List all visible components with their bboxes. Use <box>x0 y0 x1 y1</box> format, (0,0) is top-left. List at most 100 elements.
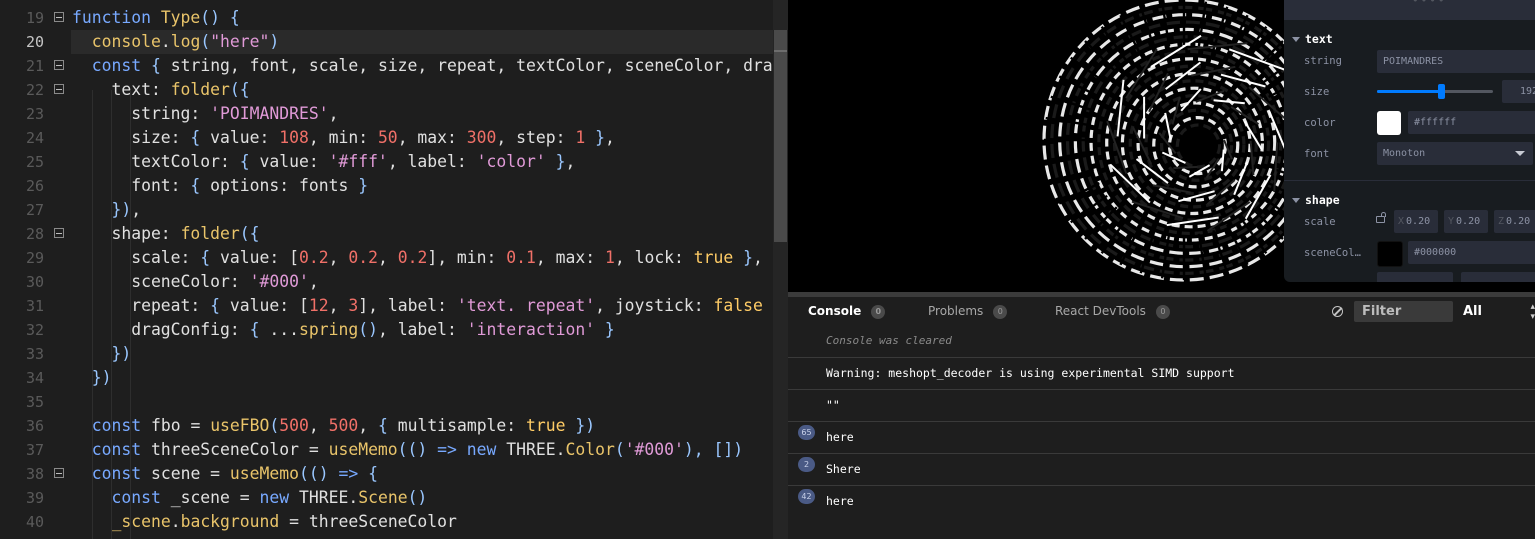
code-token: value: [ <box>220 248 299 267</box>
code-token: useFBO <box>210 416 270 435</box>
render-stroke <box>1220 149 1225 172</box>
fold-toggle-icon[interactable] <box>54 228 64 238</box>
scenecolor-hex-input[interactable]: #000000 <box>1408 241 1535 264</box>
code-editor[interactable]: 1819function Type() {20 console.log("her… <box>0 0 788 539</box>
scenecolor-label: sceneCol… <box>1304 247 1361 259</box>
render-stroke <box>1152 184 1191 194</box>
code-token: _scene <box>111 512 171 531</box>
tab-console[interactable]: Console 0 <box>808 297 886 325</box>
size-slider-knob[interactable] <box>1438 84 1446 99</box>
code-text: const threeSceneColor = useMemo(() => ne… <box>72 438 743 462</box>
size-slider[interactable] <box>1377 84 1493 99</box>
folder-shape-title[interactable]: shape <box>1292 193 1340 209</box>
folder-text-title[interactable]: text <box>1292 32 1333 48</box>
repeat-x-input[interactable] <box>1377 272 1453 282</box>
line-number: 32 <box>25 321 44 339</box>
lock-icon[interactable] <box>1376 212 1386 223</box>
code-line[interactable]: 25 textColor: { value: '#fff', label: 'c… <box>0 150 773 174</box>
code-token: const <box>91 464 151 483</box>
code-token: { <box>150 56 171 75</box>
code-token: { <box>190 176 211 195</box>
code-text: shape: folder({ <box>72 222 259 246</box>
code-token: THREE. <box>299 488 359 507</box>
repeat-y-input[interactable] <box>1461 272 1535 282</box>
color-hex-input[interactable]: #ffffff <box>1408 111 1535 134</box>
code-line[interactable]: 38 const scene = useMemo(() => { <box>0 462 773 486</box>
code-token: , max: <box>397 128 467 147</box>
string-input[interactable]: POIMANDRES <box>1377 50 1535 73</box>
code-line[interactable]: 39 const _scene = new THREE.Scene() <box>0 486 773 510</box>
scale-z-input[interactable]: Z 0.20 <box>1494 210 1535 233</box>
code-line[interactable]: 28 shape: folder({ <box>0 222 773 246</box>
code-text: repeat: { value: [12, 3], label: 'text. … <box>72 294 788 318</box>
console-panel[interactable]: Console 0 Problems 0 React DevTools 0 Filte… <box>788 297 1535 539</box>
editor-scrollbar-thumb[interactable] <box>774 30 787 242</box>
code-line[interactable]: 30 sceneColor: '#000', <box>0 270 773 294</box>
code-text: function Type() { <box>72 6 240 30</box>
tab-problems[interactable]: Problems 0 <box>928 297 1008 325</box>
code-token: const <box>91 440 151 459</box>
code-token: , step: <box>496 128 576 147</box>
log-level-select[interactable]: All ▴ ▾ <box>1463 302 1535 322</box>
code-text: const fbo = useFBO(500, 500, { multisamp… <box>72 414 595 438</box>
code-token: , <box>308 272 319 291</box>
color-swatch[interactable] <box>1377 111 1401 135</box>
code-line[interactable]: 27 }), <box>0 198 773 222</box>
code-text: size: { value: 108, min: 50, max: 300, s… <box>72 126 615 150</box>
scenecolor-swatch[interactable] <box>1377 241 1403 267</box>
code-line[interactable]: 29 scale: { value: [0.2, 0.2, 0.2], min:… <box>0 246 773 270</box>
code-line[interactable]: 31 repeat: { value: [12, 3], label: 'tex… <box>0 294 788 318</box>
fold-toggle-icon[interactable] <box>54 60 64 70</box>
tab-react-devtools[interactable]: React DevTools 0 <box>1055 297 1170 325</box>
render-stroke <box>1058 75 1100 98</box>
line-number: 29 <box>25 249 44 267</box>
editor-scrollbar[interactable] <box>773 0 788 539</box>
scale-x-input[interactable]: X 0.20 <box>1394 210 1438 233</box>
render-stroke <box>1125 48 1158 99</box>
code-token: '#fff' <box>328 152 388 171</box>
code-line[interactable]: 22 text: folder({ <box>0 78 773 102</box>
leva-controls-panel[interactable]: •••• text string POIMANDRES size 192 col… <box>1284 0 1535 282</box>
code-line[interactable]: 24 size: { value: 108, min: 50, max: 300… <box>0 126 773 150</box>
code-token: 'color' <box>476 152 546 171</box>
fold-toggle-icon[interactable] <box>54 12 64 22</box>
code-text: text: folder({ <box>72 78 249 102</box>
code-line[interactable]: 21 const { string, font, scale, size, re… <box>0 54 788 78</box>
drag-handle-icon[interactable]: •••• <box>1412 0 1447 7</box>
code-line[interactable]: 32 dragConfig: { ...spring(), label: 'in… <box>0 318 773 342</box>
indent-guide <box>92 90 93 539</box>
scale-y-input[interactable]: Y 0.20 <box>1444 210 1488 233</box>
code-line[interactable]: 37 const threeSceneColor = useMemo(() =>… <box>0 438 773 462</box>
fold-toggle-icon[interactable] <box>54 468 64 478</box>
font-select[interactable]: Monoton <box>1377 142 1533 165</box>
code-token: Type <box>160 8 201 27</box>
console-log-entry: 2 Shere <box>788 453 1535 485</box>
code-line[interactable]: 33 }) <box>0 342 773 366</box>
code-token: background <box>180 512 280 531</box>
size-number-input[interactable]: 192 <box>1502 80 1535 103</box>
code-token: , <box>753 248 763 267</box>
code-line[interactable]: 35 <box>0 390 773 414</box>
code-line[interactable]: 23 string: 'POIMANDRES', <box>0 102 773 126</box>
torus-text-render <box>1042 0 1326 282</box>
log-message: Warning: meshopt_decoder is using experi… <box>826 366 1235 380</box>
clear-console-icon[interactable] <box>1332 306 1343 317</box>
fold-toggle-icon[interactable] <box>54 84 64 94</box>
console-filter-input[interactable]: Filter <box>1354 301 1453 322</box>
code-line[interactable]: 36 const fbo = useFBO(500, 500, { multis… <box>0 414 773 438</box>
code-token: = threeSceneColor <box>279 512 457 531</box>
line-number: 34 <box>25 369 44 387</box>
code-token: } <box>595 320 615 339</box>
code-token: , <box>131 200 142 219</box>
code-line[interactable]: 26 font: { options: fonts } <box>0 174 773 198</box>
code-line[interactable]: 34 }) <box>0 366 773 390</box>
line-number: 35 <box>25 393 44 411</box>
code-line[interactable]: 20 console.log("here") <box>0 30 773 54</box>
code-token: , <box>328 104 339 123</box>
code-line[interactable]: 40 _scene.background = threeSceneColor <box>0 510 773 534</box>
chevron-down-icon <box>1292 37 1300 42</box>
leva-panel-header[interactable]: •••• <box>1284 0 1535 20</box>
code-line[interactable]: 19 function Type() { <box>0 6 773 30</box>
